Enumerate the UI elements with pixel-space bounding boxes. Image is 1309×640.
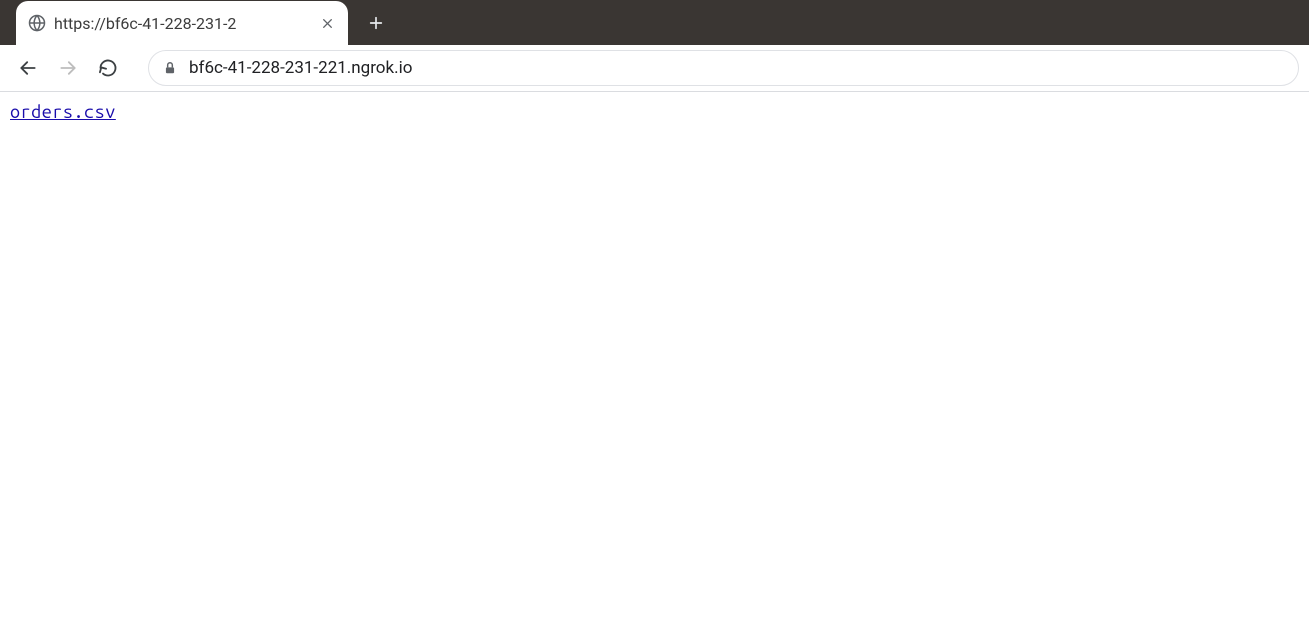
page-content: orders.csv <box>0 92 1309 132</box>
new-tab-button[interactable] <box>358 5 394 41</box>
lock-icon[interactable] <box>163 61 177 75</box>
address-bar[interactable]: bf6c-41-228-231-221.ngrok.io <box>148 50 1299 86</box>
back-button[interactable] <box>10 50 46 86</box>
forward-button[interactable] <box>50 50 86 86</box>
file-link-orders-csv[interactable]: orders.csv <box>10 102 116 122</box>
browser-tab[interactable]: https://bf6c-41-228-231-2 <box>16 1 348 45</box>
tab-title: https://bf6c-41-228-231-2 <box>54 14 310 33</box>
url-text: bf6c-41-228-231-221.ngrok.io <box>189 58 1284 78</box>
tab-strip: https://bf6c-41-228-231-2 <box>0 0 1309 45</box>
reload-button[interactable] <box>90 50 126 86</box>
close-icon[interactable] <box>318 14 336 32</box>
browser-toolbar: bf6c-41-228-231-221.ngrok.io <box>0 45 1309 92</box>
globe-icon <box>28 14 46 32</box>
